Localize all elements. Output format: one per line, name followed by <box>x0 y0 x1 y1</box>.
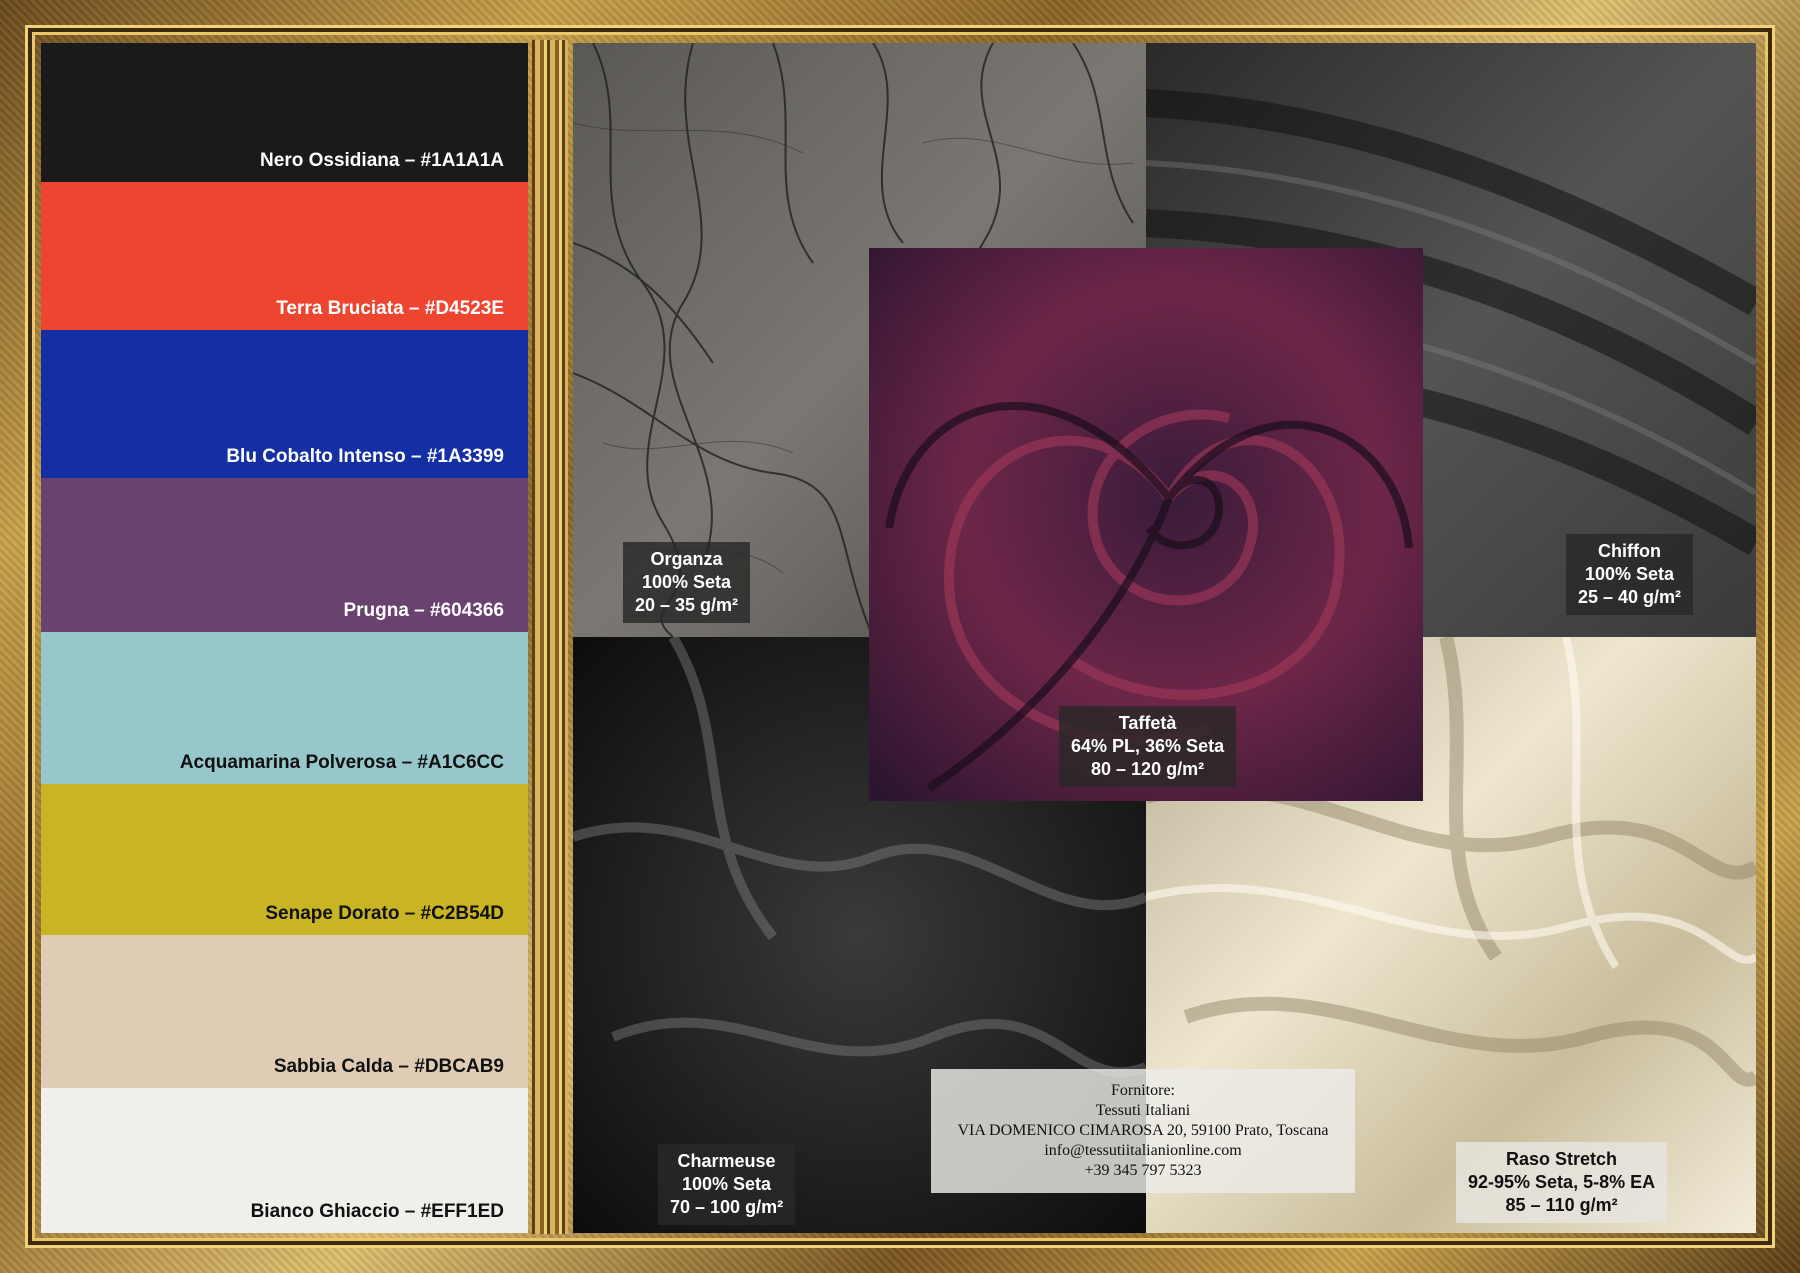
swatch-acquamarina: Acquamarina Polverosa – #A1C6CC <box>41 632 528 784</box>
supplier-box: Fornitore: Tessuti Italiani VIA DOMENICO… <box>931 1069 1355 1193</box>
swatch-senape: Senape Dorato – #C2B54D <box>41 784 528 935</box>
swatch-label: Bianco Ghiaccio – #EFF1ED <box>250 1201 504 1222</box>
swatch-sabbia: Sabbia Calda – #DBCAB9 <box>41 935 528 1088</box>
organza-composition: 100% Seta <box>642 572 732 592</box>
charmeuse-name: Charmeuse <box>677 1151 776 1171</box>
color-palette: Nero Ossidiana – #1A1A1A Terra Bruciata … <box>41 43 528 1233</box>
chiffon-name: Chiffon <box>1598 541 1662 561</box>
supplier-address: VIA DOMENICO CIMAROSA 20, 59100 Prato, T… <box>957 1122 1329 1139</box>
swatch-label: Blu Cobalto Intenso – #1A3399 <box>226 446 504 467</box>
chiffon-composition: 100% Seta <box>1585 564 1675 584</box>
organza-label: Organza 100% Seta 20 – 35 g/m² <box>623 542 751 623</box>
taffeta-composition: 64% PL, 36% Seta <box>1071 736 1225 756</box>
organza-name: Organza <box>650 549 723 569</box>
swatch-blu-cobalto: Blu Cobalto Intenso – #1A3399 <box>41 330 528 478</box>
taffeta-name: Taffetà <box>1118 713 1177 733</box>
swatch-label: Senape Dorato – #C2B54D <box>265 903 504 924</box>
swatch-label: Nero Ossidiana – #1A1A1A <box>260 150 504 171</box>
raso-name: Raso Stretch <box>1506 1149 1618 1169</box>
swatch-label: Prugna – #604366 <box>343 600 504 621</box>
charmeuse-weight: 70 – 100 g/m² <box>670 1197 784 1217</box>
charmeuse-composition: 100% Seta <box>682 1174 772 1194</box>
supplier-phone[interactable]: +39 345 797 5323 <box>931 1161 1355 1181</box>
swatch-bianco: Bianco Ghiaccio – #EFF1ED <box>41 1088 528 1233</box>
taffeta-weight: 80 – 120 g/m² <box>1091 759 1205 779</box>
chiffon-weight: 25 – 40 g/m² <box>1578 587 1682 607</box>
swatch-terra-bruciata: Terra Bruciata – #D4523E <box>41 182 528 330</box>
charmeuse-label: Charmeuse 100% Seta 70 – 100 g/m² <box>658 1144 796 1225</box>
taffeta-label: Taffetà 64% PL, 36% Seta 80 – 120 g/m² <box>1059 706 1237 787</box>
frame-divider <box>532 40 568 1234</box>
supplier-heading: Fornitore: <box>1111 1082 1175 1099</box>
supplier-email[interactable]: info@tessutiitalianionline.com <box>931 1141 1355 1161</box>
fabric-collage: Organza 100% Seta 20 – 35 g/m² Chiffon 1… <box>573 43 1756 1233</box>
swatch-nero-ossidiana: Nero Ossidiana – #1A1A1A <box>41 43 528 182</box>
organza-weight: 20 – 35 g/m² <box>635 595 739 615</box>
swatch-label: Sabbia Calda – #DBCAB9 <box>273 1056 504 1077</box>
supplier-company: Tessuti Italiani <box>1095 1102 1191 1119</box>
raso-stretch-label: Raso Stretch 92-95% Seta, 5-8% EA 85 – 1… <box>1456 1142 1668 1223</box>
raso-weight: 85 – 110 g/m² <box>1505 1195 1618 1215</box>
raso-composition: 92-95% Seta, 5-8% EA <box>1468 1172 1656 1192</box>
swatch-prugna: Prugna – #604366 <box>41 478 528 632</box>
swatch-label: Terra Bruciata – #D4523E <box>276 298 504 319</box>
swatch-label: Acquamarina Polverosa – #A1C6CC <box>179 752 504 773</box>
chiffon-label: Chiffon 100% Seta 25 – 40 g/m² <box>1566 534 1694 615</box>
